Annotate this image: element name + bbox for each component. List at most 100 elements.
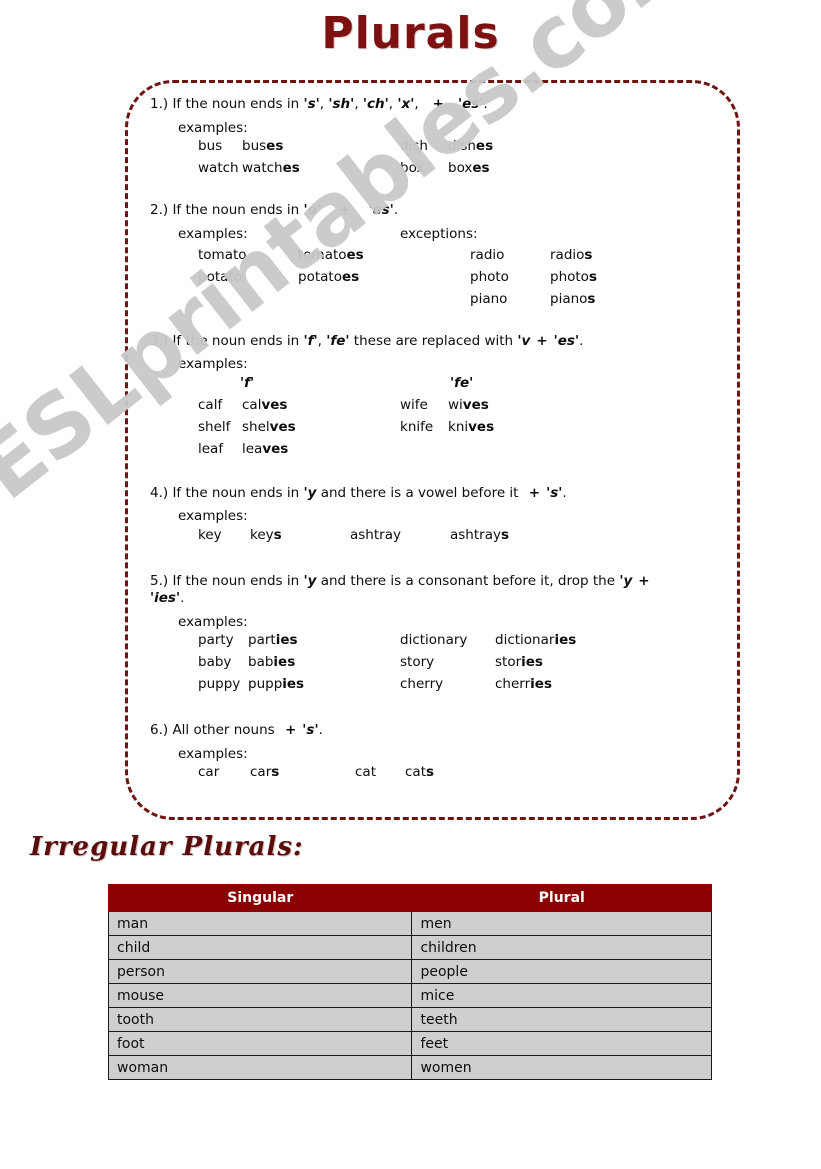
plural-base: tomato: [298, 246, 347, 263]
rule-4-text-a: 4.) If the noun ends in: [150, 484, 304, 501]
rule-5-examples-label: examples:: [178, 613, 248, 630]
irregular-plurals-heading: Irregular Plurals:: [30, 832, 304, 862]
plural: buses: [242, 139, 283, 154]
rule-4-examples-label: examples:: [178, 508, 248, 525]
plural-base: dish: [448, 138, 476, 155]
plural-suffix: s: [500, 526, 510, 543]
rule-2-example-row: piano pianos: [150, 290, 750, 315]
plural-suffix: s: [588, 268, 597, 285]
cell-singular: man: [107, 911, 413, 936]
rule-3-token-es: 'es': [553, 332, 580, 349]
plural-base: car: [250, 764, 272, 781]
cell-plural: teeth: [411, 1007, 712, 1032]
column-header-singular: Singular: [107, 884, 413, 912]
plural-suffix: s: [584, 246, 593, 263]
plural: cherries: [495, 678, 552, 692]
plural-base: pupp: [248, 676, 283, 693]
plural-suffix: es: [475, 138, 494, 155]
plural: cats: [405, 766, 434, 780]
plural-suffix: ies: [275, 632, 298, 649]
plural-suffix: ies: [273, 654, 296, 671]
cell-singular: foot: [107, 1031, 413, 1056]
rule-2-period: .: [393, 202, 399, 219]
page-title-text: Plurals: [321, 8, 500, 59]
singular: potato: [198, 268, 242, 285]
rule-3-token-v: 'v: [517, 332, 531, 349]
singular: watch: [198, 160, 239, 177]
worksheet-page: ESLprintables.com Plurals 1.) If the nou…: [0, 0, 821, 1169]
plural-base: kni: [448, 418, 469, 435]
rule-2-token-o: 'o': [303, 202, 322, 219]
singular: radio: [470, 246, 505, 263]
plural-suffix: s: [273, 526, 282, 543]
rule-5-token-y: 'y: [303, 572, 317, 589]
rule-3-text-b: these are replaced with: [349, 332, 518, 349]
rule-2-plus: +: [339, 202, 351, 219]
plural-base: key: [250, 526, 274, 543]
singular: baby: [198, 654, 232, 671]
singular: bus: [198, 138, 223, 155]
rule-3-examples-label: examples:: [178, 356, 248, 373]
singular: car: [198, 764, 220, 781]
rule-3-text-a: 3.) If the noun ends in: [150, 332, 304, 349]
rule-3-fe-head: 'fe': [450, 374, 474, 391]
rule-4-token-s: 's': [546, 484, 563, 501]
rule-2-example-row: potato potatoes photo photos: [150, 268, 750, 293]
singular: puppy: [198, 676, 241, 693]
singular: shelf: [198, 418, 231, 435]
rule-5-example-row: baby babies story stories: [150, 656, 750, 678]
table-header-row: Singular Plural: [107, 884, 712, 912]
rule-3-heading: 3.) If the noun ends in 'f', 'fe' these …: [150, 333, 750, 351]
plural-base: cherr: [495, 676, 531, 693]
plural-suffix: ves: [269, 418, 296, 435]
cell-plural: children: [411, 935, 712, 960]
rule-5-example-row: party parties dictionary dictionaries: [150, 634, 750, 656]
rule-6-token-s: 's': [302, 722, 319, 739]
rule-1-examples-label: examples:: [178, 119, 248, 136]
plural: shelves: [242, 418, 296, 435]
rule-5-text-a: 5.) If the noun ends in: [150, 572, 304, 589]
plural-suffix: ves: [261, 396, 288, 413]
plural-base: ashtray: [450, 526, 501, 543]
singular: tomato: [198, 246, 247, 263]
rule-5-period: .: [180, 590, 185, 607]
plural-base: radio: [550, 246, 585, 263]
plural-suffix: es: [472, 160, 490, 177]
plural: keys: [250, 526, 282, 543]
rule-4-plus: +: [528, 484, 541, 501]
cell-singular: person: [107, 959, 413, 984]
singular: calf: [198, 396, 223, 413]
singular: photo: [470, 268, 509, 285]
rule-5-plus: +: [638, 572, 650, 589]
rule-4-period: .: [562, 484, 567, 501]
rule-3-token-fe: 'fe': [326, 332, 350, 349]
cell-singular: child: [107, 935, 413, 960]
rule-2-examples-label: examples:: [178, 225, 248, 242]
plural: watches: [242, 160, 300, 177]
rule-6-text-a: 6.) All other nouns: [150, 722, 279, 739]
rule-2-token-es: 'es': [368, 202, 394, 219]
cell-plural: people: [411, 959, 712, 984]
singular: cat: [355, 764, 376, 781]
cell-plural: men: [411, 911, 712, 936]
plural: stories: [495, 656, 543, 670]
rule-2-column-labels: examples: exceptions:: [150, 225, 750, 246]
plural-base: photo: [550, 268, 589, 285]
column-header-plural: Plural: [411, 884, 712, 912]
plural-base: lea: [242, 440, 263, 457]
plural: tomatoes: [298, 246, 364, 263]
rule-5-heading: 5.) If the noun ends in 'y and there is …: [150, 573, 695, 608]
plural-suffix: ies: [521, 654, 543, 671]
plural-base: wi: [448, 396, 463, 413]
rule-6-example-row: car cars cat cats: [150, 766, 750, 788]
plural-suffix: es: [341, 268, 360, 285]
rule-4-heading: 4.) If the noun ends in 'y and there is …: [150, 485, 750, 503]
rule-3-example-row: calf calves wife wives: [150, 396, 750, 421]
rule-6-heading: 6.) All other nouns + 's'.: [150, 722, 750, 740]
rule-1-token-sh: 'sh': [328, 96, 355, 112]
rules-content: 1.) If the noun ends in 's', 'sh', 'ch',…: [150, 96, 750, 802]
plural: ashtrays: [450, 526, 510, 543]
plural-suffix: s: [587, 290, 596, 307]
singular: dish: [400, 138, 428, 155]
plural-base: watch: [242, 160, 283, 177]
